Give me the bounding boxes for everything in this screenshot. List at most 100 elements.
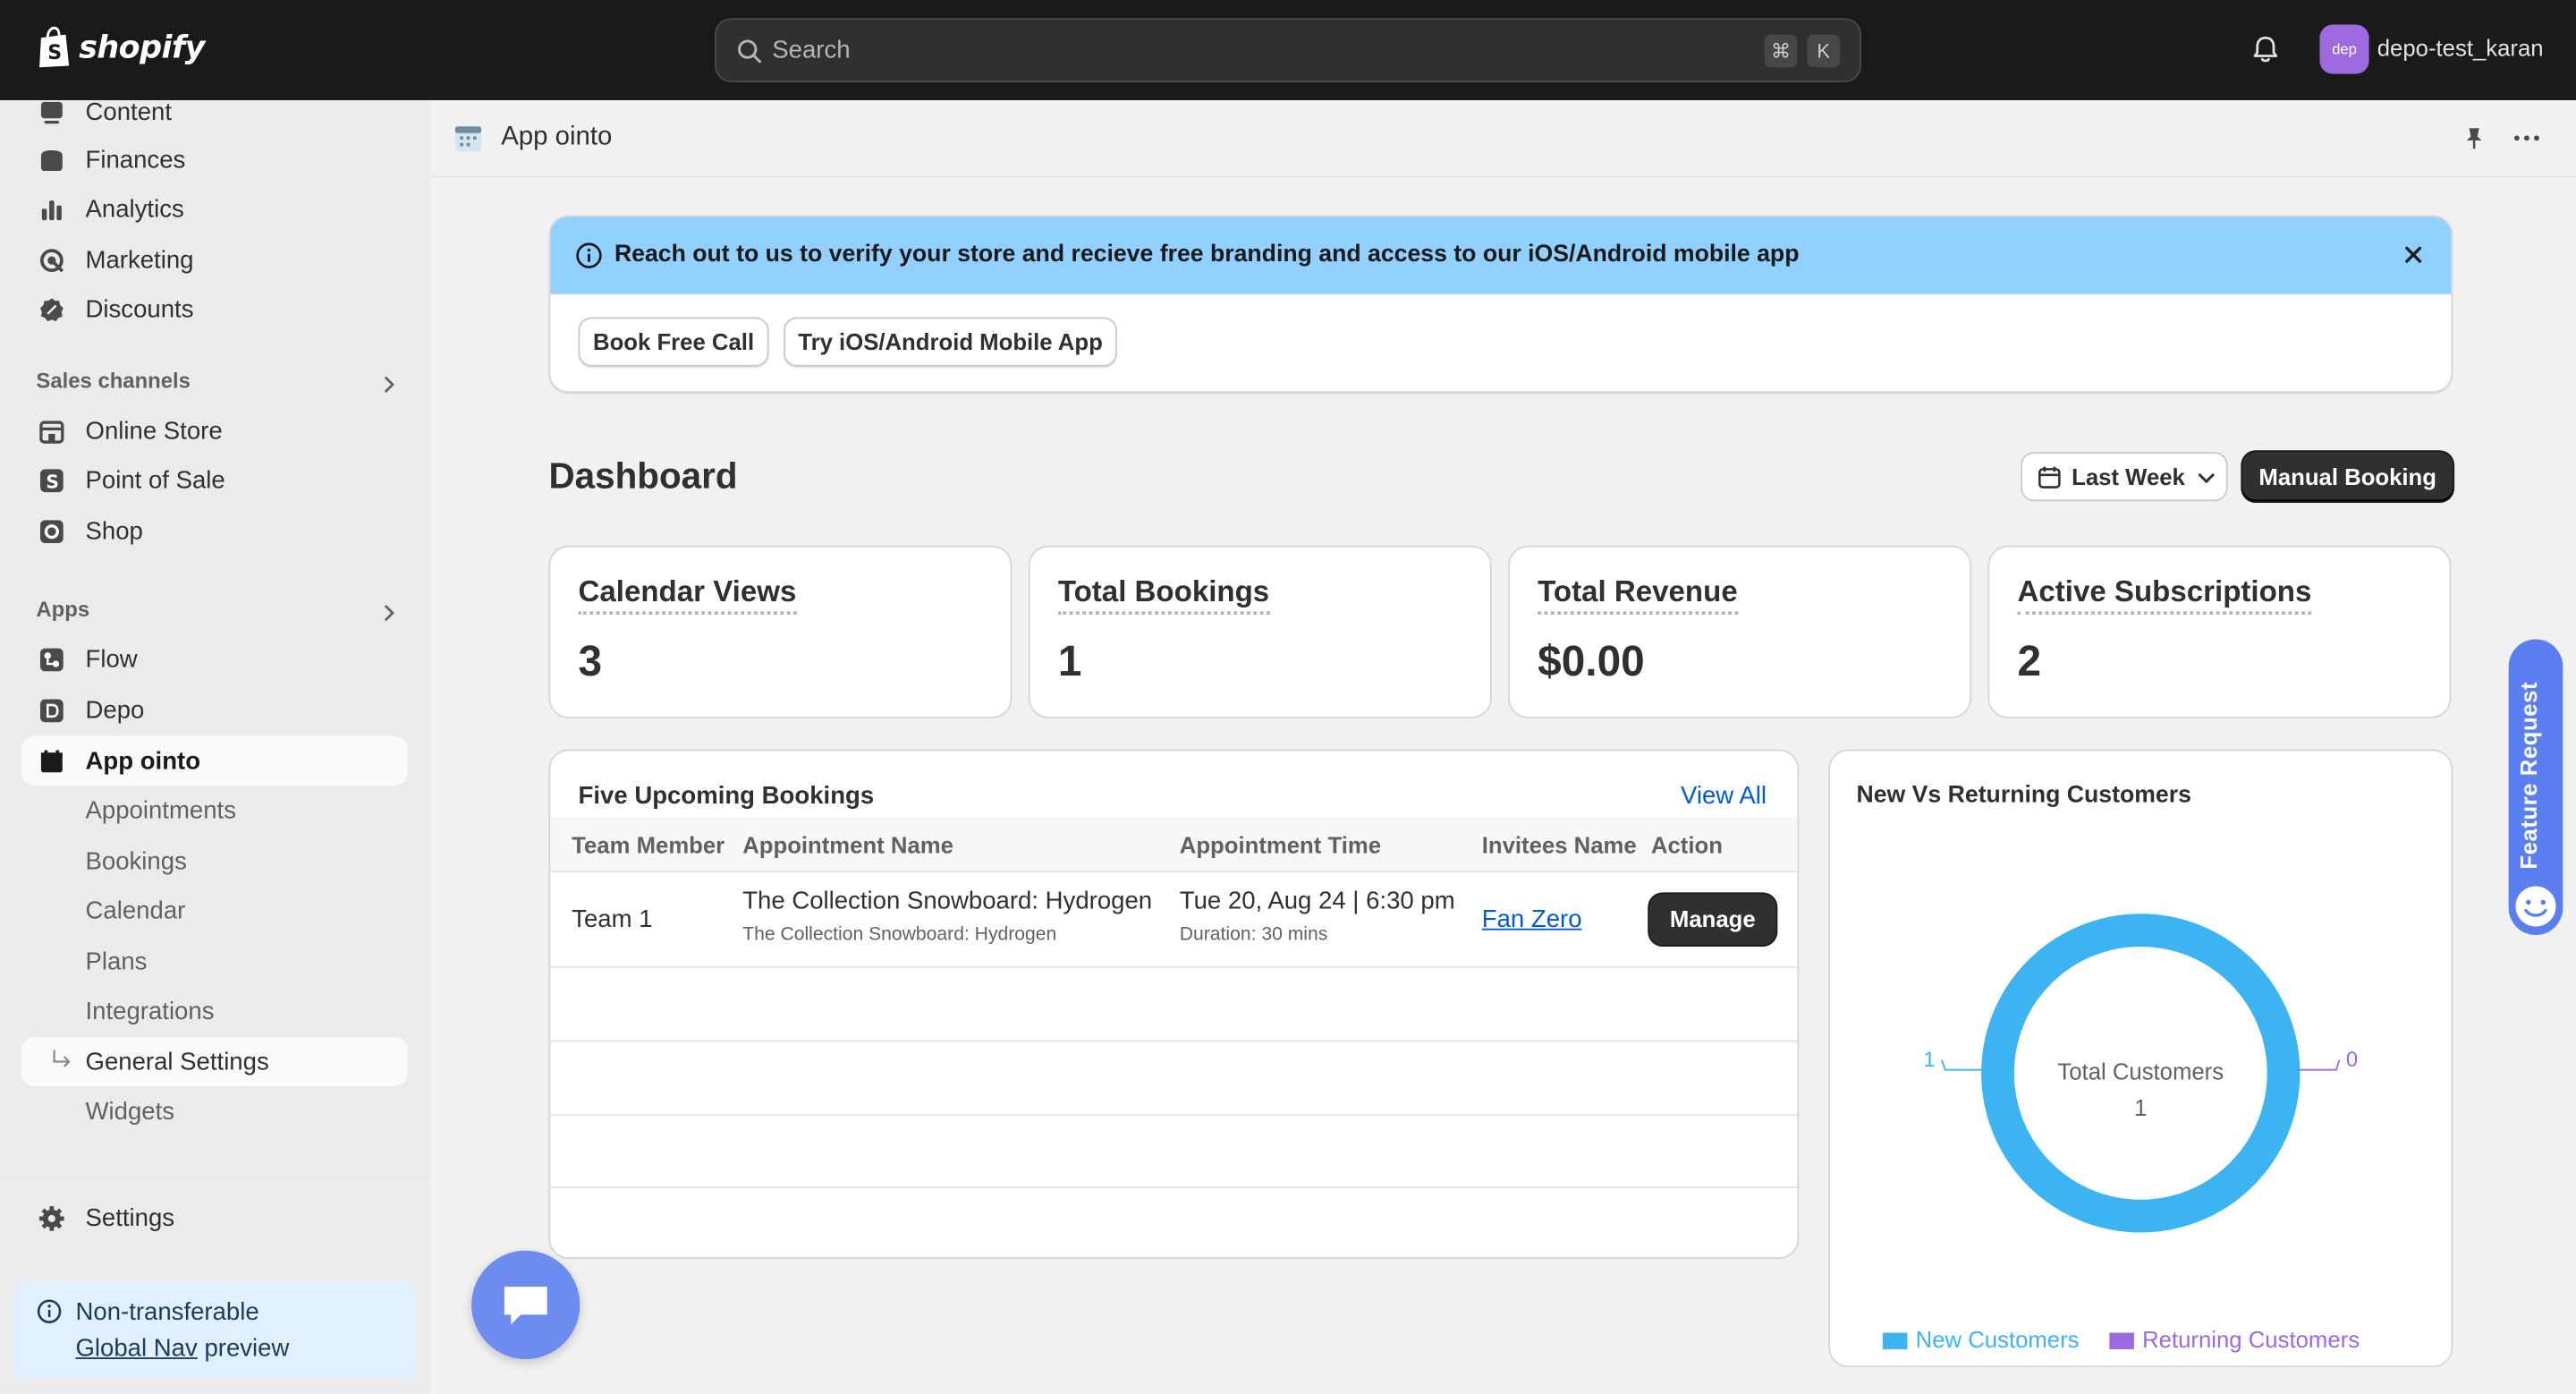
appointment-time-cell: Tue 20, Aug 24 | 6:30 pm: [1179, 887, 1455, 916]
sidebar-subitem-appointments[interactable]: Appointments: [21, 786, 408, 835]
sidebar-item-settings[interactable]: Settings: [21, 1193, 408, 1242]
column-header: Team Member: [572, 831, 725, 858]
sidebar-item-label: App ointo: [85, 747, 201, 776]
stat-card-total-bookings: Total Bookings 1: [1028, 545, 1492, 718]
sub-arrow-icon: [53, 1050, 71, 1067]
search-placeholder: Search: [772, 36, 851, 64]
manage-button[interactable]: Manage: [1649, 894, 1776, 946]
shortcut-cmd-key: ⌘: [1764, 34, 1798, 68]
top-bar: S shopify Search ⌘ K dep depo-test_karan: [0, 0, 2576, 101]
sidebar-item-label: Depo: [85, 696, 145, 726]
sidebar-item-finances[interactable]: Finances: [21, 135, 408, 184]
store-avatar[interactable]: dep: [2319, 24, 2369, 74]
sidebar-subitem-label: Plans: [85, 948, 148, 977]
upcoming-bookings-card: Five Upcoming Bookings View All Team Mem…: [548, 749, 1800, 1259]
chevron-right-icon[interactable]: [377, 373, 401, 396]
dashboard-title: Dashboard: [548, 455, 738, 497]
duration-cell: Duration: 30 mins: [1179, 925, 1328, 946]
sidebar-subitem-label: Widgets: [85, 1097, 175, 1126]
depo-icon: [40, 699, 64, 723]
stat-label: Total Revenue: [1538, 575, 1738, 615]
sales-channels-heading[interactable]: Sales channels: [36, 368, 191, 393]
sidebar-item-online-store[interactable]: Online Store: [21, 406, 408, 455]
verify-store-banner: Reach out to us to verify your store and…: [548, 215, 2453, 393]
sidebar-subitem-widgets[interactable]: Widgets: [21, 1086, 408, 1135]
column-header: Appointment Name: [742, 831, 953, 858]
sidebar-item-app-ointo[interactable]: App ointo: [21, 735, 408, 786]
stat-label: Active Subscriptions: [2017, 575, 2312, 615]
sidebar-item-flow[interactable]: Flow: [21, 634, 408, 684]
sidebar-subitem-plans[interactable]: Plans: [21, 937, 408, 986]
analytics-icon: [41, 200, 62, 221]
value-label-1: 0: [2346, 1048, 2358, 1072]
legend-swatch: [2109, 1333, 2134, 1350]
view-all-link[interactable]: View All: [1681, 782, 1767, 810]
invitee-link[interactable]: Fan Zero: [1482, 905, 1582, 933]
leader-line-0: [1941, 1059, 1985, 1071]
chat-button[interactable]: [471, 1250, 580, 1359]
brand-name: shopify: [79, 30, 205, 66]
sidebar-subitem-general-settings[interactable]: General Settings: [21, 1036, 408, 1087]
donut-center-label: Total Customers: [2057, 1060, 2224, 1085]
app-ointo-calendar-icon: [454, 126, 482, 151]
bookings-title: Five Upcoming Bookings: [578, 782, 875, 811]
info-icon: [37, 1299, 62, 1323]
leader-line-1: [2296, 1059, 2341, 1071]
stat-label: Total Bookings: [1057, 575, 1270, 615]
content-icon: [40, 101, 63, 124]
apps-heading[interactable]: Apps: [36, 597, 89, 622]
sidebar-item-discounts[interactable]: Discounts: [21, 285, 408, 334]
feature-request-tab[interactable]: Feature Request: [2508, 639, 2563, 936]
manual-booking-button[interactable]: Manual Booking: [2242, 452, 2453, 502]
sidebar-item-marketing[interactable]: Marketing: [21, 235, 408, 285]
sidebar-item-label: Online Store: [85, 417, 223, 446]
sidebar-item-point-of-sale[interactable]: S Point of Sale: [21, 455, 408, 505]
chevron-right-icon[interactable]: [377, 601, 401, 625]
notice-line2: preview: [204, 1334, 290, 1363]
notifications-bell-icon[interactable]: [2249, 33, 2282, 66]
sidebar-item-depo[interactable]: Depo: [21, 685, 408, 735]
pos-icon: S: [40, 469, 64, 493]
banner-header: Reach out to us to verify your store and…: [550, 217, 2452, 294]
more-actions-icon[interactable]: [2512, 123, 2541, 153]
sidebar-subitem-label: Calendar: [85, 897, 186, 926]
sidebar-item-shop[interactable]: Shop: [21, 506, 408, 556]
sidebar-item-label: Marketing: [85, 246, 194, 275]
column-header: Action: [1650, 831, 1723, 858]
pin-icon[interactable]: [2461, 125, 2487, 151]
sidebar-subitem-bookings[interactable]: Bookings: [21, 837, 408, 886]
shopify-logo[interactable]: S shopify: [36, 26, 205, 69]
book-free-call-button[interactable]: Book Free Call: [578, 317, 769, 367]
stat-card-active-subscriptions: Active Subscriptions 2: [1987, 545, 2452, 718]
finances-icon: [40, 150, 63, 172]
legend-label: Returning Customers: [2142, 1326, 2360, 1353]
search-bar[interactable]: Search ⌘ K: [714, 18, 1862, 82]
sidebar-item-content[interactable]: Content: [21, 100, 408, 136]
flow-icon: [40, 648, 64, 672]
sidebar-item-label: Shop: [85, 517, 143, 546]
global-nav-link[interactable]: Global Nav: [75, 1334, 197, 1362]
online-store-icon: [39, 421, 64, 444]
stat-label: Calendar Views: [578, 575, 797, 615]
legend-swatch: [1882, 1333, 1908, 1350]
try-mobile-app-button[interactable]: Try iOS/Android Mobile App: [784, 317, 1117, 367]
sidebar-subitem-label: General Settings: [85, 1048, 269, 1077]
store-name[interactable]: depo-test_karan: [2377, 35, 2544, 61]
legend-new-customers[interactable]: New Customers: [1882, 1326, 2080, 1353]
legend-returning-customers[interactable]: Returning Customers: [2109, 1326, 2360, 1353]
banner-message: Reach out to us to verify your store and…: [614, 242, 1800, 268]
sidebar-subitem-integrations[interactable]: Integrations: [21, 986, 408, 1035]
sidebar-subitem-calendar[interactable]: Calendar: [21, 886, 408, 935]
close-icon[interactable]: [2402, 243, 2425, 267]
sidebar-subitem-label: Bookings: [85, 847, 187, 876]
sidebar-item-analytics[interactable]: Analytics: [21, 184, 408, 234]
date-range-select[interactable]: Last Week: [2021, 452, 2228, 502]
discounts-icon: [40, 298, 64, 322]
stat-card-calendar-views: Calendar Views 3: [548, 545, 1013, 718]
shopify-bag-icon: S: [39, 26, 70, 68]
table-row: Team 1 The Collection Snowboard: Hydroge…: [550, 872, 1798, 968]
svg-text:S: S: [47, 42, 62, 64]
table-row-empty: [550, 1041, 1798, 1117]
sidebar-subitem-label: Appointments: [85, 796, 237, 826]
table-header: Team Member Appointment Name Appointment…: [550, 816, 1798, 873]
